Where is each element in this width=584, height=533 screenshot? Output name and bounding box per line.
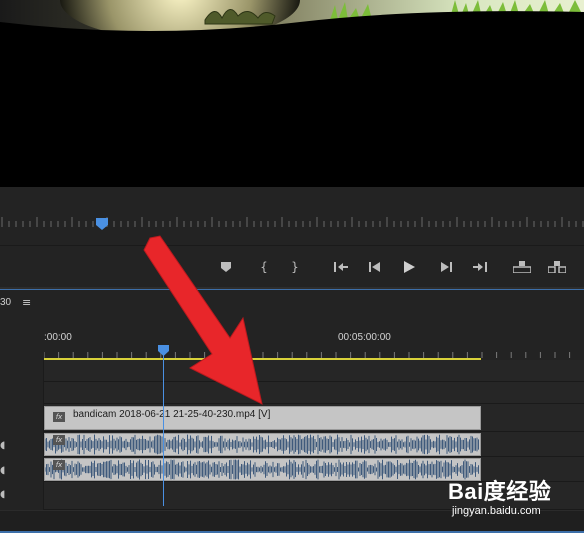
timeline-header: 30 ≡ — [0, 290, 584, 316]
lift-button[interactable] — [512, 257, 532, 277]
baidu-jingyan-watermark: Bai度经验 jingyan.baidu.com — [448, 474, 580, 524]
timeline-playhead-line[interactable] — [163, 354, 164, 506]
hamburger-menu-icon[interactable]: ≡ — [22, 296, 31, 309]
go-to-out-button[interactable] — [470, 257, 490, 277]
step-back-icon — [369, 262, 380, 272]
play-icon — [404, 261, 415, 273]
program-monitor-video — [0, 0, 584, 187]
ruler-label-5min: 00:05:00:00 — [338, 332, 391, 343]
marker-icon — [221, 262, 231, 272]
fx-badge: fx — [53, 435, 65, 445]
go-to-out-icon — [473, 262, 487, 272]
go-to-in-icon — [334, 262, 348, 272]
add-marker-button[interactable] — [216, 257, 236, 277]
audio-track-2-mic-icon[interactable]: ◖ — [0, 465, 10, 479]
monitor-time-ruler — [1, 217, 584, 227]
audio-track-3-mic-icon[interactable]: ◖ — [0, 489, 10, 503]
bracket-in-icon: { — [260, 260, 268, 274]
monitor-scrub-bar[interactable] — [0, 187, 584, 245]
fx-badge: fx — [53, 460, 65, 470]
track-headers: ◖ ◖ ◖ — [0, 360, 44, 510]
mark-out-button[interactable]: } — [285, 257, 305, 277]
video-frame-image — [0, 0, 584, 187]
watermark-url: jingyan.baidu.com — [452, 505, 541, 517]
extract-button[interactable] — [547, 257, 567, 277]
extract-icon — [548, 261, 566, 273]
mark-in-button[interactable]: { — [254, 257, 274, 277]
audio-clip-2[interactable]: fx — [44, 458, 481, 481]
ruler-label-start: :00:00 — [44, 332, 72, 343]
lift-icon — [513, 261, 531, 273]
audio-track-1-mic-icon[interactable]: ◖ — [0, 440, 10, 454]
monitor-playhead-marker[interactable] — [96, 218, 108, 230]
audio-track-1: fx — [44, 432, 584, 457]
ruler-ticks — [44, 352, 571, 358]
bracket-out-icon: } — [291, 260, 299, 274]
video-track-1: fx bandicam 2018-06-21 21-25-40-230.mp4 … — [44, 404, 584, 432]
audio-waveform — [45, 434, 479, 455]
video-clip[interactable]: fx bandicam 2018-06-21 21-25-40-230.mp4 … — [44, 406, 481, 430]
fx-badge: fx — [53, 412, 65, 422]
watermark-logo: Bai度经验 — [448, 479, 552, 504]
video-track-2 — [44, 382, 584, 404]
audio-clip-1[interactable]: fx — [44, 433, 481, 456]
timecode-display[interactable]: 30 — [0, 297, 11, 308]
video-clip-label: bandicam 2018-06-21 21-25-40-230.mp4 [V] — [73, 409, 271, 420]
video-track-3 — [44, 360, 584, 382]
step-back-button[interactable] — [365, 257, 385, 277]
go-to-in-button[interactable] — [331, 257, 351, 277]
transport-controls: { } — [0, 245, 584, 287]
play-button[interactable] — [399, 257, 419, 277]
step-forward-button[interactable] — [436, 257, 456, 277]
step-forward-icon — [441, 262, 452, 272]
audio-waveform — [45, 459, 479, 480]
timeline-ruler[interactable]: :00:00 00:05:00:00 — [44, 316, 584, 360]
